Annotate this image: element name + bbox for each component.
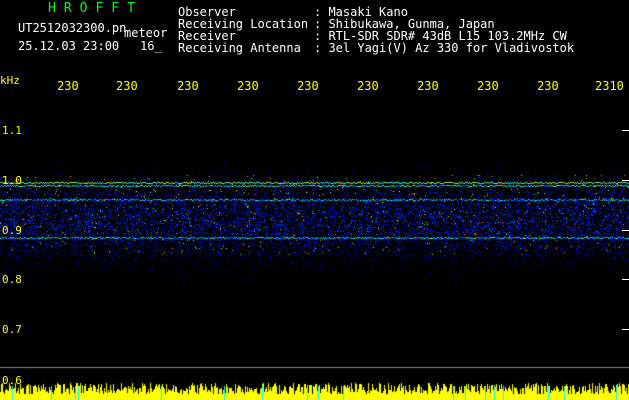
right-axis-tick	[622, 279, 629, 280]
time-tick: 230	[417, 79, 439, 93]
freq-tick-label: 0.8	[2, 273, 22, 286]
file-name: UT2512032300.pn	[18, 21, 127, 35]
antenna-value: : 3el Yagi(V) Az 330 for Vladivostok	[314, 41, 575, 55]
spectrogram-canvas	[0, 95, 629, 400]
spectrogram-plot	[0, 95, 629, 400]
time-axis: 230 230 230 230 230 230 230 230 230 2310	[0, 80, 629, 94]
right-axis-tick	[622, 130, 629, 131]
right-axis-tick	[622, 180, 629, 181]
time-tick: 230	[57, 79, 79, 93]
freq-tick-label: 0.9	[2, 224, 22, 237]
time-tick: 2310	[595, 79, 624, 93]
time-tick: 230	[177, 79, 199, 93]
meteor-count: 16_	[140, 39, 162, 53]
freq-tick-label: 1.1	[2, 124, 22, 137]
time-tick: 230	[537, 79, 559, 93]
right-axis-tick	[622, 329, 629, 330]
freq-tick-label: 1.0	[2, 174, 22, 187]
hrofft-logo: HROFFT	[48, 1, 143, 16]
meteor-label: meteor	[124, 26, 168, 40]
date-time: 25.12.03 23:00	[18, 39, 120, 53]
time-tick: 230	[237, 79, 259, 93]
freq-tick-label: 0.6	[2, 374, 22, 387]
time-tick: 230	[297, 79, 319, 93]
antenna-label: Receiving Antenna	[178, 41, 301, 55]
freq-tick-label: 0.7	[2, 323, 22, 336]
time-tick: 230	[357, 79, 379, 93]
antenna-row: Receiving Antenna : 3el Yagi(V) Az 330 fo…	[178, 42, 574, 54]
time-tick: 230	[116, 79, 138, 93]
time-tick: 230	[477, 79, 499, 93]
right-axis-tick	[622, 230, 629, 231]
